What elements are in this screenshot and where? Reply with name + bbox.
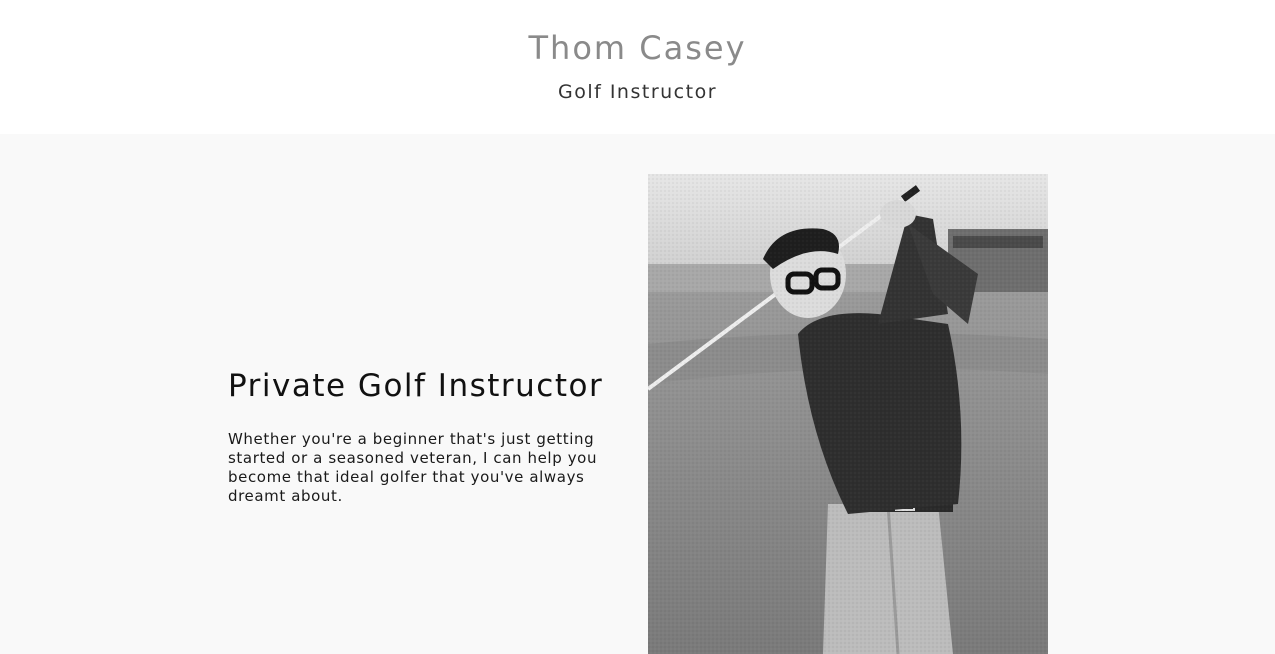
site-header: Thom Casey Golf Instructor — [0, 0, 1275, 134]
golfer-illustration — [648, 174, 1048, 654]
hero-description: Whether you're a beginner that's just ge… — [228, 430, 598, 505]
hero-section: Private Golf Instructor Whether you're a… — [0, 134, 1275, 654]
site-subtitle: Golf Instructor — [557, 81, 718, 103]
golfer-photo — [648, 174, 1048, 654]
site-title[interactable]: Thom Casey — [0, 27, 1275, 69]
hero-heading: Private Golf Instructor — [228, 368, 604, 404]
